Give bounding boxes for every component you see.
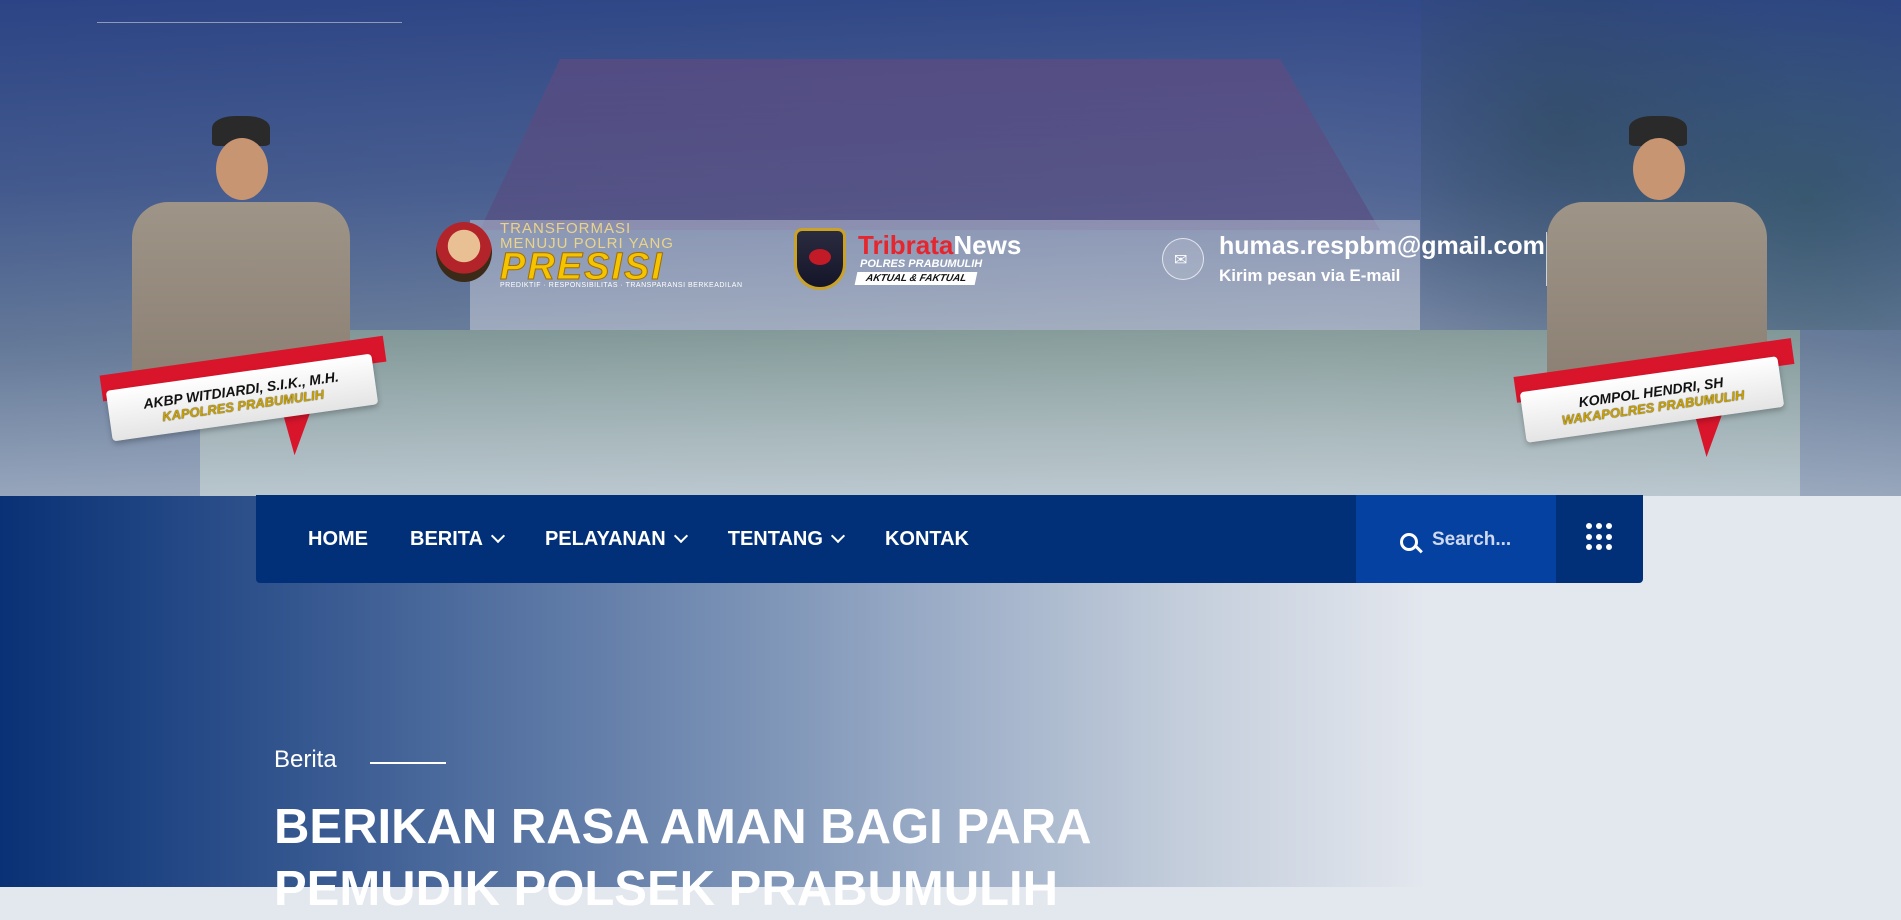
- chevron-down-icon: [490, 528, 506, 544]
- nav-item-home[interactable]: HOME: [308, 528, 368, 551]
- search-input[interactable]: [1430, 525, 1552, 555]
- nav-item-pelayanan[interactable]: PELAYANAN: [544, 527, 688, 551]
- nav-item-label: TENTANG: [727, 527, 823, 550]
- tribrata-brand-white: News: [953, 230, 1022, 260]
- envelope-open-icon: ✉: [1162, 238, 1204, 280]
- breadcrumb[interactable]: Berita: [274, 746, 337, 774]
- presisi-tagline: PREDIKTIF · RESPONSIBILITAS · TRANSPARAN…: [500, 282, 743, 289]
- nav-item-label: KONTAK: [884, 527, 969, 550]
- presisi-logo[interactable]: TRANSFORMASI MENUJU POLRI YANG PRESISI P…: [436, 218, 742, 292]
- nav-item-berita[interactable]: BERITA: [410, 527, 506, 551]
- contact-subtitle: Kirim pesan via E-mail: [1219, 266, 1401, 285]
- header-banner: AKBP WITDIARDI, S.I.K., M.H. KAPOLRES PR…: [0, 0, 1901, 496]
- nav-item-label: BERITA: [410, 527, 483, 550]
- presisi-mascot-icon: [436, 222, 492, 282]
- chevron-down-icon: [830, 528, 846, 544]
- header-divider: [1546, 232, 1547, 286]
- top-divider-line: [97, 22, 402, 23]
- tribrata-tagline: AKTUAL & FAKTUAL: [854, 272, 978, 285]
- nav-item-label: HOME: [308, 527, 368, 550]
- breadcrumb-line: [370, 762, 446, 764]
- page-title: BERIKAN RASA AMAN BAGI PARA PEMUDIK POLS…: [274, 800, 1090, 916]
- tribrata-brand-red: Tribrata: [858, 230, 954, 260]
- nav-item-kontak[interactable]: KONTAK: [885, 528, 969, 551]
- police-shield-icon: [794, 228, 846, 290]
- tribrata-news-logo[interactable]: TribrataNews POLRES PRABUMULIH AKTUAL & …: [794, 228, 1034, 292]
- main-navigation: HOME BERITA PELAYANAN TENTANG KONTAK: [256, 495, 1643, 583]
- tribrata-subtitle: POLRES PRABUMULIH: [860, 258, 983, 270]
- tribrata-brand: TribrataNews: [858, 230, 1021, 261]
- menu-grid-button[interactable]: [1556, 495, 1643, 583]
- nav-item-tentang[interactable]: TENTANG: [727, 527, 846, 551]
- nav-item-label: PELAYANAN: [544, 527, 666, 550]
- chevron-down-icon: [673, 528, 688, 544]
- search-icon[interactable]: [1400, 533, 1418, 551]
- search-box[interactable]: [1356, 495, 1556, 583]
- grid-dots-icon: [1586, 523, 1614, 551]
- nav-items: HOME BERITA PELAYANAN TENTANG KONTAK: [308, 495, 1011, 583]
- background-building-roof: [480, 59, 1380, 230]
- contact-email[interactable]: humas.respbm@gmail.com: [1219, 232, 1545, 261]
